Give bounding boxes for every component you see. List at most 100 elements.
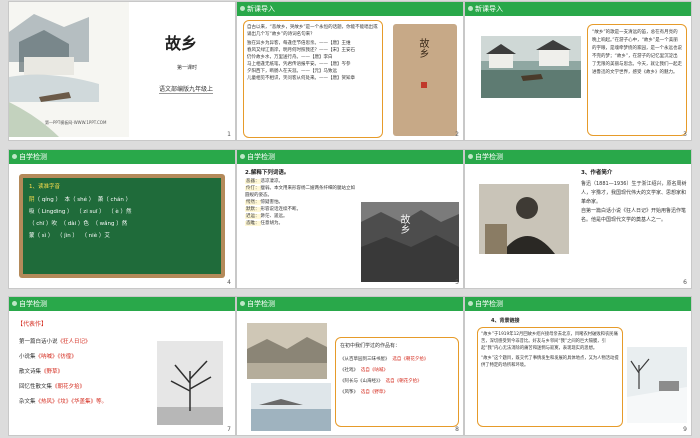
slide-thumbnail-6[interactable]: 自学检测 3、作者简介 鲁迅（1881—1936）生于浙江绍兴，原名周树人，字豫…: [464, 149, 692, 289]
works-item: 杂文集《热风》《坟》《华盖集》等。: [19, 399, 108, 405]
slide-thumbnail-9[interactable]: 自学检测 4、背景链接 “故乡”于1919年12月回故乡绍兴接母亲去北京，目睹农…: [464, 296, 692, 436]
slide-number: 1: [227, 131, 231, 138]
slide-number: 2: [455, 131, 459, 138]
poem-line: 春风又绿江南岸，明月何时照我还？——【宋】王安石: [247, 48, 355, 53]
slide-header: 自学检测: [9, 297, 235, 311]
definition-item: 默默：形容说话连续不断。: [245, 207, 301, 212]
bio-text: 鲁迅（1881—1936）生于浙江绍兴，原名周树人，字豫才，我国现代伟大的文学家…: [581, 181, 687, 205]
slide-header: 自学检测: [465, 150, 691, 164]
slide-title: 故乡: [165, 34, 198, 53]
ink-painting-image: [9, 2, 129, 137]
bullet-icon: [468, 6, 473, 11]
bullet-icon: [12, 154, 17, 159]
work-pair: 《从百草园到三味书屋》 选自《朝花夕拾》: [340, 357, 429, 362]
poem-line: 马上相逢无纸笔，凭君传语报平安。——【唐】岑参: [247, 62, 351, 67]
seaside-photo: [251, 383, 331, 431]
background-text: “故乡”这个题目，既交代了事情发生和发展的具体地点，又为人物活动提供了特定的场所…: [481, 356, 619, 368]
work-pair: 《阿长与《山海经》》 选自《朝花夕拾》: [340, 379, 422, 384]
bullet-icon: [240, 154, 245, 159]
works-item: 散文诗集《野草》: [19, 369, 64, 375]
definition-item: 愕然：惊疑害怕。: [245, 200, 283, 205]
header-title: 自学检测: [475, 300, 503, 308]
poem-line: 夕阳西下，断肠人在天涯。——【元】马致远: [247, 69, 337, 74]
definition-item: 恶器：悲凉凄凉。: [245, 179, 283, 184]
slide-subtitle: 第一课时: [177, 65, 198, 71]
intro-box: “故乡”的歌是一支清远的笛，总在有月亮的晚上响起。”在游子心中，“故乡”是一个美…: [587, 24, 687, 136]
old-town-photo: [247, 323, 327, 379]
section-label: 【代表作】: [17, 321, 48, 328]
section-heading: 2.解释下列词语。: [245, 170, 290, 176]
pinyin-row: 蒙（ sì ） （ jìn ） （ niè ）艾: [29, 233, 110, 239]
book-cover-image: 故乡: [393, 24, 457, 136]
bullet-icon: [12, 301, 17, 306]
slide-header: 自学检测: [465, 297, 691, 311]
slide-thumbnail-3[interactable]: 新课导入 “故乡”的歌是一支清远的笛，总在有月亮的晚上响起。”在游子心中，“故乡…: [464, 1, 692, 141]
pinyin-row: （ chī ）吹 （ dài ）色 （ wǎng ）然: [29, 221, 128, 227]
slide-header: 自学检测: [237, 297, 463, 311]
slide-thumbnail-4[interactable]: 自学检测 1、读准字音 阴（ qíng ） 本（ shé ） 萧（ chán ）…: [8, 149, 236, 289]
bullet-icon: [240, 6, 245, 11]
water-town-photo: [481, 36, 581, 98]
author-portrait: [479, 184, 569, 254]
works-list: 第一篇白话小说《狂人日记》 小说集《呐喊》《彷徨》 散文诗集《野草》 回忆性散文…: [19, 335, 149, 410]
slide-thumbnail-1[interactable]: 故乡 第一课时 语文部编版九年级上 第一PPT模板网-WWW.1PPT.COM …: [8, 1, 236, 141]
header-title: 自学检测: [247, 153, 275, 161]
works-item: 小说集《呐喊》《彷徨》: [19, 354, 77, 360]
work-pair: 《社戏》 选自《呐喊》: [340, 368, 388, 373]
slide-number: 7: [227, 426, 231, 433]
poem-box: 自古以来，“悲故乡，哭故乡”是一个永恒的话题，你能不能唱出或诵出几个写“故乡”的…: [243, 20, 383, 138]
background-text: “故乡”于1919年12月回故乡绍兴接母亲去北京，目睹农村破败和农民痛苦，深切感…: [481, 332, 618, 351]
course-label: 语文部编版九年级上: [159, 86, 214, 94]
slide-number: 8: [455, 426, 459, 433]
works-box: 在初中我们学过的作品有： 《从百草园到三味书屋》 选自《朝花夕拾》 《社戏》 选…: [335, 337, 459, 427]
header-title: 自学检测: [19, 153, 47, 161]
slide-header: 自学检测: [237, 150, 463, 164]
slide-header: 新课导入: [237, 2, 463, 16]
board-title: 1、读准字音: [29, 184, 60, 190]
definition-list: 恶器：悲凉凄凉。 伶仃：瘦弱。本文用来形容杨二嫂两条纤细的腿站立如圆规的姿态。 …: [245, 178, 357, 227]
author-bio: 鲁迅（1881—1936）生于浙江绍兴，原名周树人，字豫才，我国现代伟大的文学家…: [581, 180, 687, 225]
intro-text: “故乡”的歌是一支清远的笛，总在有月亮的晚上响起。”在游子心中，“故乡”是一个美…: [592, 30, 682, 75]
section-heading: 4、背景链接: [491, 318, 520, 324]
bullet-icon: [240, 301, 245, 306]
header-title: 新课导入: [475, 5, 503, 13]
bio-text: 自第一篇白话小说《狂人日记》开始用鲁迅作笔名。他是中国现代文学的奠基人之一。: [581, 208, 687, 223]
poem-line: 儿童相见不相识，笑问客从何处来。——【唐】贺知章: [247, 76, 355, 81]
chalkboard: 1、读准字音 阴（ qíng ） 本（ shé ） 萧（ chán ） 吸（ L…: [19, 174, 225, 278]
intro-text: 在初中我们学过的作品有：: [340, 343, 401, 349]
definition-item: 迟运：渺茫、遥远。: [245, 214, 288, 219]
slide-number: 4: [227, 279, 231, 286]
slide-thumbnail-8[interactable]: 自学检测 在初中我们学过的作品有： 《从百草园到三味书屋》 选自《朝花夕拾》 《…: [236, 296, 464, 436]
definition-item: 恣睢：任意胡为。: [245, 221, 283, 226]
snow-landscape-photo: [627, 347, 687, 423]
book-title: 故乡: [417, 38, 428, 58]
header-title: 自学检测: [475, 153, 503, 161]
works-item: 回忆性散文集《朝花夕拾》: [19, 384, 86, 390]
works-item: 第一篇白话小说《狂人日记》: [19, 339, 91, 345]
slide-number: 9: [683, 426, 687, 433]
slide-number: 3: [683, 131, 687, 138]
background-box: “故乡”于1919年12月回故乡绍兴接母亲去北京，目睹农村破败和农民痛苦，深切感…: [477, 327, 623, 427]
slide-number: 6: [683, 279, 687, 286]
seal-icon: [421, 82, 427, 88]
bullet-icon: [468, 301, 473, 306]
header-title: 自学检测: [19, 300, 47, 308]
poem-line: 仍怜故乡水，万里送行舟。——【唐】李白: [247, 55, 333, 60]
slide-number: 5: [455, 279, 459, 286]
winter-tree-photo: [157, 341, 223, 425]
slide-thumbnail-5[interactable]: 自学检测 2.解释下列词语。 恶器：悲凉凄凉。 伶仃：瘦弱。本文用来形容杨二嫂两…: [236, 149, 464, 289]
header-title: 新课导入: [247, 5, 275, 13]
header-title: 自学检测: [247, 300, 275, 308]
pinyin-row: 吸（ Lingding ） （ zi suī ） （ è ）然: [29, 209, 132, 215]
poem-line: 独在异乡为异客，每逢佳节倍思亲。——【唐】王维: [247, 41, 351, 46]
intro-text: 自古以来，“悲故乡，哭故乡”是一个永恒的话题，你能不能唱出或诵出几个写“故乡”的…: [247, 25, 378, 37]
pinyin-row: 阴（ qíng ） 本（ shé ） 萧（ chán ）: [29, 197, 132, 203]
slide-footer: 第一PPT模板网-WWW.1PPT.COM: [45, 120, 107, 125]
slide-thumbnail-2[interactable]: 新课导入 自古以来，“悲故乡，哭故乡”是一个永恒的话题，你能不能唱出或诵出几个写…: [236, 1, 464, 141]
rooftops-image: 故乡: [361, 202, 459, 282]
thumbnail-grid: 故乡 第一课时 语文部编版九年级上 第一PPT模板网-WWW.1PPT.COM …: [0, 0, 700, 438]
slide-header: 自学检测: [9, 150, 235, 164]
slide-thumbnail-7[interactable]: 自学检测 【代表作】 第一篇白话小说《狂人日记》 小说集《呐喊》《彷徨》 散文诗…: [8, 296, 236, 436]
slide-header: 新课导入: [465, 2, 691, 16]
section-heading: 3、作者简介: [581, 170, 613, 176]
